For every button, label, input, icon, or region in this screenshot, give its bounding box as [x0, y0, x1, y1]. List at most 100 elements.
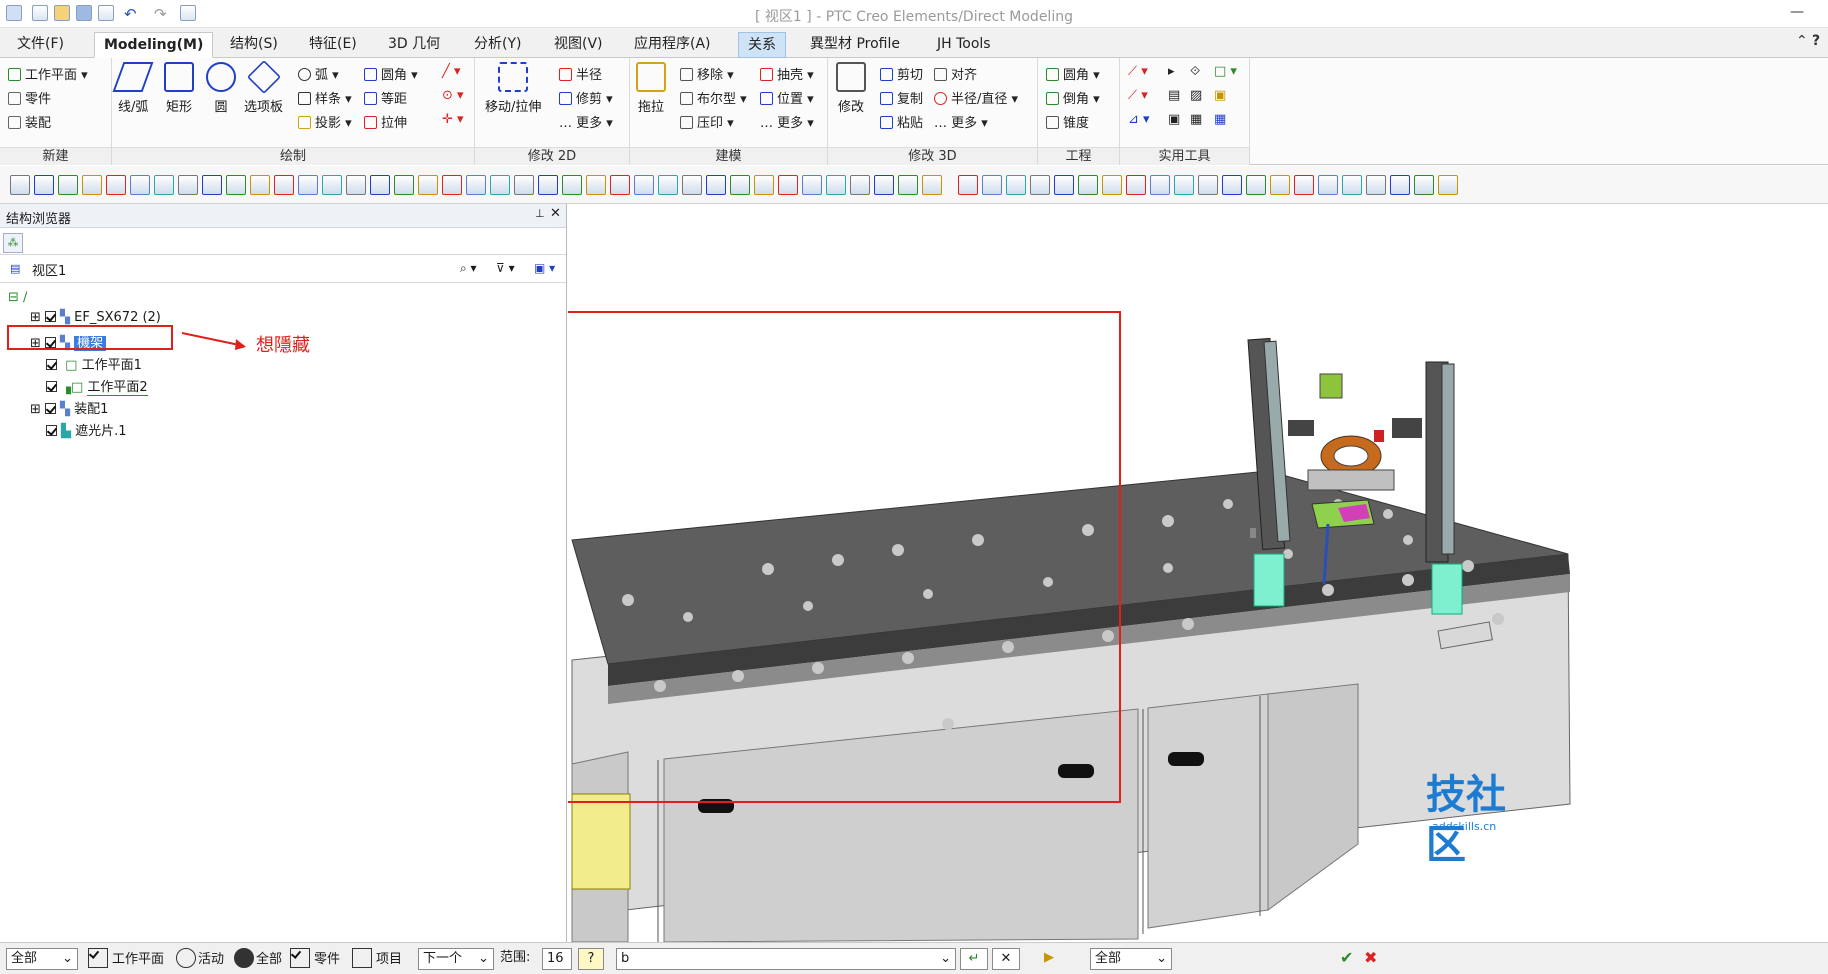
visibility-checkbox[interactable] [46, 381, 57, 392]
select-arrow-icon[interactable]: ▶ [1044, 948, 1054, 970]
more-build-button[interactable]: … 更多 ▾ [760, 112, 814, 131]
pin-icon[interactable]: ⊥ [535, 207, 545, 220]
toolbar-tool-icon[interactable] [1270, 175, 1290, 195]
toolbar-tool-icon[interactable] [274, 175, 294, 195]
tree-item-ef-sx672[interactable]: ⊞ ▚ EF_SX672 (2) [30, 310, 161, 325]
tab-applications[interactable]: 应用程序(A) [625, 32, 720, 58]
toolbar-tool-icon[interactable] [250, 175, 270, 195]
next-select[interactable]: 下一个 ⌄ [418, 948, 494, 970]
toolbar-tool-icon[interactable] [1342, 175, 1362, 195]
util-10-icon[interactable]: □ ▾ [1214, 64, 1237, 79]
search-icon[interactable]: ⌕ ▾ [460, 261, 477, 276]
toolbar-tool-icon[interactable] [490, 175, 510, 195]
toolbar-tool-icon[interactable] [154, 175, 174, 195]
toolbar-tool-icon[interactable] [754, 175, 774, 195]
item-checkbox[interactable] [352, 948, 372, 968]
util-9-icon[interactable]: ▦ [1190, 112, 1202, 127]
toolbar-tool-icon[interactable] [1246, 175, 1266, 195]
toolbar-tool-icon[interactable] [226, 175, 246, 195]
toolbar-tool-icon[interactable] [634, 175, 654, 195]
toolbar-tool-icon[interactable] [466, 175, 486, 195]
toolbar-tool-icon[interactable] [1150, 175, 1170, 195]
util-8-icon[interactable]: ▨ [1190, 88, 1202, 103]
spline-button[interactable]: 样条 ▾ [298, 88, 352, 107]
tab-3d-geometry[interactable]: 3D 几何 [379, 32, 449, 58]
all-radio[interactable]: 全部 [234, 948, 282, 970]
toolbar-tool-icon[interactable] [1078, 175, 1098, 195]
new-assembly-button[interactable]: 装配 [8, 112, 51, 131]
util-3-icon[interactable]: ⊿ ▾ [1128, 112, 1150, 127]
toolbar-tool-icon[interactable] [898, 175, 918, 195]
radius-diameter-button[interactable]: 半径/直径 ▾ [934, 88, 1018, 107]
collapse-ribbon-icon[interactable]: ⌃ [1796, 33, 1808, 49]
util-4-icon[interactable]: ▸ [1168, 64, 1175, 79]
util-2-icon[interactable]: ⟋ ▾ [1128, 88, 1148, 103]
toolbar-tool-icon[interactable] [58, 175, 78, 195]
tab-structure[interactable]: 结构(S) [221, 32, 287, 58]
toolbar-tool-icon[interactable] [658, 175, 678, 195]
workplane-toggle[interactable]: 工作平面 [88, 948, 164, 970]
toolbar-tool-icon[interactable] [730, 175, 750, 195]
toolbar-tool-icon[interactable] [178, 175, 198, 195]
paste-button[interactable]: 粘贴 [880, 112, 923, 131]
offset-button[interactable]: 等距 [364, 88, 407, 107]
toolbar-tool-icon[interactable] [346, 175, 366, 195]
tree-item-shade-1[interactable]: ▙ 遮光片.1 [46, 420, 127, 439]
chamfer-button[interactable]: 倒角 ▾ [1046, 88, 1100, 107]
toolbar-tool-icon[interactable] [1102, 175, 1122, 195]
tab-modeling[interactable]: Modeling(M) [94, 32, 214, 58]
radius-button[interactable]: 半径 [559, 64, 602, 83]
visibility-checkbox[interactable] [46, 359, 57, 370]
tree-item-workplane-1[interactable]: □ 工作平面1 [46, 354, 142, 373]
util-7-icon[interactable]: ⟐ [1190, 64, 1200, 79]
copy-button[interactable]: 复制 [880, 88, 923, 107]
tab-relations[interactable]: 关系 [738, 32, 786, 58]
toolbar-tool-icon[interactable] [1318, 175, 1338, 195]
new-workplane-button[interactable]: 工作平面 ▾ [8, 64, 88, 83]
arc-button[interactable]: 弧 ▾ [298, 64, 339, 83]
util-12-icon[interactable]: ▦ [1214, 112, 1226, 127]
toolbar-tool-icon[interactable] [1174, 175, 1194, 195]
3d-viewport[interactable]: 技社区 addskills.cn [568, 204, 1828, 942]
toolbar-tool-icon[interactable] [586, 175, 606, 195]
toolbar-tool-icon[interactable] [82, 175, 102, 195]
cross-tool-button[interactable]: ✛ ▾ [442, 112, 464, 127]
abort-icon[interactable]: ✖ [1364, 948, 1377, 970]
pull-button[interactable]: 拖拉 [636, 62, 666, 115]
toolbar-tool-icon[interactable] [1438, 175, 1458, 195]
toolbar-tool-icon[interactable] [1030, 175, 1050, 195]
toolbar-tool-icon[interactable] [34, 175, 54, 195]
toolbar-tool-icon[interactable] [706, 175, 726, 195]
toolbar-tool-icon[interactable] [1390, 175, 1410, 195]
item-toggle[interactable]: 项目 [352, 948, 402, 970]
tab-jh-tools[interactable]: JH Tools [928, 32, 1000, 58]
circle-button[interactable]: 圆 [206, 62, 236, 115]
toolbar-tool-icon[interactable] [1006, 175, 1026, 195]
toolbar-tool-icon[interactable] [1198, 175, 1218, 195]
tab-file[interactable]: 文件(F) [8, 32, 73, 58]
minimize-icon[interactable]: — [1790, 4, 1804, 20]
tab-view[interactable]: 视图(V) [545, 32, 612, 58]
util-1-icon[interactable]: ⟋ ▾ [1128, 64, 1148, 79]
help-icon[interactable]: ? [1812, 33, 1820, 49]
line-tool-button[interactable]: ╱ ▾ [442, 64, 460, 79]
toolbar-tool-icon[interactable] [826, 175, 846, 195]
toolbar-tool-icon[interactable] [442, 175, 462, 195]
filter2-select[interactable]: 全部 ⌄ [1090, 948, 1172, 970]
toolbar-tool-icon[interactable] [394, 175, 414, 195]
toolbar-tool-icon[interactable] [130, 175, 150, 195]
toolbar-tool-icon[interactable] [514, 175, 534, 195]
toolbar-tool-icon[interactable] [982, 175, 1002, 195]
tab-profile[interactable]: 異型材 Profile [801, 32, 909, 58]
move-stretch-button[interactable]: 移动/拉伸 [485, 62, 541, 115]
tree-root[interactable]: ⊟ ∕ [8, 290, 27, 305]
toolbar-tool-icon[interactable] [322, 175, 342, 195]
imprint-button[interactable]: 压印 ▾ [680, 112, 734, 131]
toolbar-tool-icon[interactable] [370, 175, 390, 195]
view-options-icon[interactable]: ▣ ▾ [534, 261, 555, 275]
tree-item-workplane-2[interactable]: ▗□ 工作平面2 [46, 376, 148, 396]
toolbar-tool-icon[interactable] [1054, 175, 1074, 195]
modify-button[interactable]: 修改 [836, 62, 866, 115]
part-checkbox[interactable] [290, 948, 310, 968]
extend-button[interactable]: 拉伸 [364, 112, 407, 131]
